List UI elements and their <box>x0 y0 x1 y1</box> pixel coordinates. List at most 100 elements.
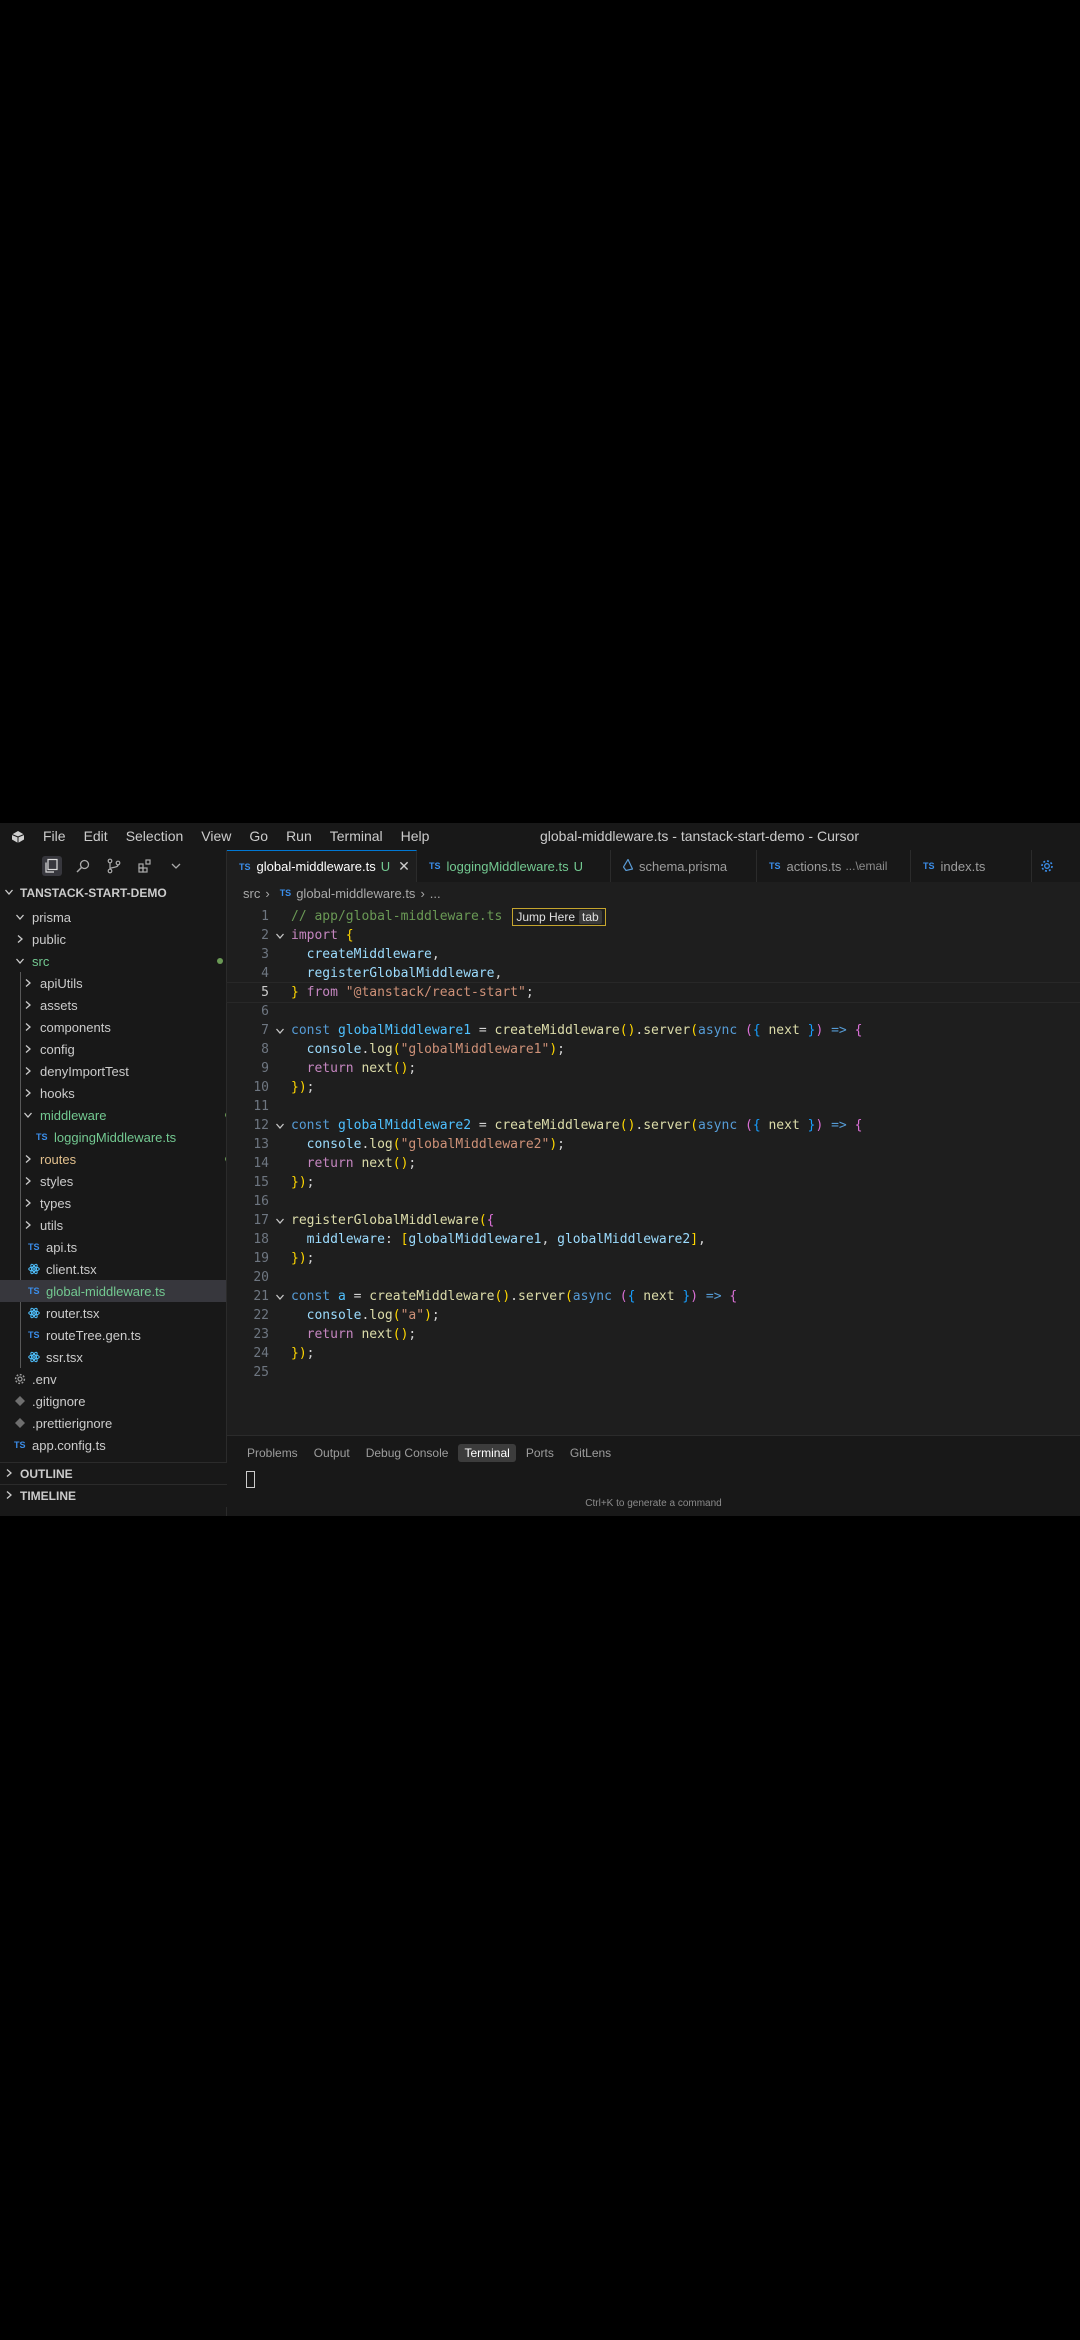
code-line[interactable]: 17 registerGlobalMiddleware({ <box>227 1211 1080 1230</box>
tree-folder-config[interactable]: config <box>0 1038 226 1060</box>
fold-chevron-icon[interactable] <box>269 1292 291 1302</box>
code-line[interactable]: 11 <box>227 1097 1080 1116</box>
code-line[interactable]: 12 const globalMiddleware2 = createMiddle… <box>227 1116 1080 1135</box>
code-text: return next(); <box>306 1061 417 1076</box>
tree-folder-src[interactable]: src <box>0 950 226 972</box>
gear-icon <box>14 1373 26 1385</box>
jump-here-hint[interactable]: Jump Here tab <box>512 907 606 926</box>
menu-terminal[interactable]: Terminal <box>321 823 392 850</box>
code-line[interactable]: 14 return next(); <box>227 1154 1080 1173</box>
tree-file-ssr-tsx[interactable]: ssr.tsx <box>0 1346 226 1368</box>
tree-file-env[interactable]: .env <box>0 1368 226 1390</box>
code-line[interactable]: 9 return next(); <box>227 1059 1080 1078</box>
tree-file-routetree-gen-ts[interactable]: TS routeTree.gen.ts <box>0 1324 226 1346</box>
source-control-icon[interactable] <box>104 856 124 876</box>
sidebar-toolbar <box>0 850 226 882</box>
gear-icon[interactable] <box>1032 850 1062 882</box>
tree-folder-prisma[interactable]: prisma <box>0 906 226 928</box>
code-line[interactable]: 13 console.log("globalMiddleware2"); <box>227 1135 1080 1154</box>
fold-chevron-icon[interactable] <box>269 1026 291 1036</box>
menu-selection[interactable]: Selection <box>117 823 193 850</box>
tree-file-gitignore[interactable]: .gitignore <box>0 1390 226 1412</box>
tree-folder-denyimporttest[interactable]: denyImportTest <box>0 1060 226 1082</box>
close-icon[interactable]: ✕ <box>398 858 410 875</box>
code-line[interactable]: 7 const globalMiddleware1 = createMiddlew… <box>227 1021 1080 1040</box>
tree-file-app-config-ts[interactable]: TS app.config.ts <box>0 1434 226 1456</box>
code-line[interactable]: 21 const a = createMiddleware().server(as… <box>227 1287 1080 1306</box>
tree-file-router-tsx[interactable]: router.tsx <box>0 1302 226 1324</box>
menu-view[interactable]: View <box>192 823 240 850</box>
menu-go[interactable]: Go <box>240 823 277 850</box>
extensions-icon[interactable] <box>135 856 155 876</box>
panel-tab-ports[interactable]: Ports <box>520 1444 560 1462</box>
breadcrumb-folder[interactable]: src <box>243 886 260 901</box>
tree-folder-middleware[interactable]: middleware <box>0 1104 226 1126</box>
menu-file[interactable]: File <box>34 823 75 850</box>
explorer-project-header[interactable]: TANSTACK-START-DEMO <box>0 882 226 904</box>
panel-tab-debug-console[interactable]: Debug Console <box>360 1444 455 1462</box>
code-line[interactable]: 23 return next(); <box>227 1325 1080 1344</box>
tree-folder-utils[interactable]: utils <box>0 1214 226 1236</box>
tree-file-client-tsx[interactable]: client.tsx <box>0 1258 226 1280</box>
breadcrumb-symbol[interactable]: ... <box>430 886 441 901</box>
code-line[interactable]: 6 <box>227 1002 1080 1021</box>
code-line[interactable]: 19}); <box>227 1249 1080 1268</box>
code-line[interactable]: 8 console.log("globalMiddleware1"); <box>227 1040 1080 1059</box>
panel-tab-gitlens[interactable]: GitLens <box>564 1444 617 1462</box>
fold-chevron-icon[interactable] <box>269 931 291 941</box>
breadcrumb-file[interactable]: global-middleware.ts <box>296 886 415 901</box>
code-line[interactable]: 1 // app/global-middleware.ts Jump Here tab <box>227 907 1080 926</box>
tab-index[interactable]: TS index.ts <box>911 850 1032 882</box>
line-number: 4 <box>261 966 269 981</box>
menu-run[interactable]: Run <box>277 823 321 850</box>
code-line[interactable]: 18 middleware: [globalMiddleware1, globa… <box>227 1230 1080 1249</box>
code-line[interactable]: 2 import { <box>227 926 1080 945</box>
tab-logging-middleware[interactable]: TS loggingMiddleware.ts U <box>417 850 611 882</box>
code-line[interactable]: 4 registerGlobalMiddleware, <box>227 964 1080 983</box>
tree-folder-routes[interactable]: routes <box>0 1148 226 1170</box>
chevron-down-icon[interactable] <box>166 856 186 876</box>
fold-chevron-icon[interactable] <box>269 1121 291 1131</box>
panel-tab-terminal[interactable]: Terminal <box>458 1444 516 1462</box>
ignore-file-icon <box>14 1395 26 1407</box>
code-line[interactable]: 10}); <box>227 1078 1080 1097</box>
code-text: import { <box>291 928 354 943</box>
code-line[interactable]: 15}); <box>227 1173 1080 1192</box>
code-line[interactable]: 20 <box>227 1268 1080 1287</box>
code-line[interactable]: 5} from "@tanstack/react-start"; <box>226 982 1080 1003</box>
tree-folder-assets[interactable]: assets <box>0 994 226 1016</box>
terminal-cursor[interactable] <box>246 1471 255 1488</box>
code-line[interactable]: 25 <box>227 1363 1080 1382</box>
fold-chevron-icon[interactable] <box>269 1216 291 1226</box>
tree-folder-types[interactable]: types <box>0 1192 226 1214</box>
tree-folder-styles[interactable]: styles <box>0 1170 226 1192</box>
tree-file-api-ts[interactable]: TS api.ts <box>0 1236 226 1258</box>
panel-tab-problems[interactable]: Problems <box>241 1444 304 1462</box>
panel-tab-output[interactable]: Output <box>308 1444 356 1462</box>
tree-folder-hooks[interactable]: hooks <box>0 1082 226 1104</box>
code-line[interactable]: 24}); <box>227 1344 1080 1363</box>
code-text: createMiddleware, <box>306 947 440 962</box>
outline-section[interactable]: OUTLINE <box>0 1462 230 1485</box>
tree-folder-public[interactable]: public <box>0 928 226 950</box>
line-number: 25 <box>253 1365 269 1380</box>
menu-help[interactable]: Help <box>392 823 439 850</box>
code-line[interactable]: 16 <box>227 1192 1080 1211</box>
tree-folder-components[interactable]: components <box>0 1016 226 1038</box>
code-editor[interactable]: 1 // app/global-middleware.ts Jump Here tab… <box>226 907 1080 1380</box>
tree-folder-apiutils[interactable]: apiUtils <box>0 972 226 994</box>
code-line[interactable]: 22 console.log("a"); <box>227 1306 1080 1325</box>
code-line[interactable]: 3 createMiddleware, <box>227 945 1080 964</box>
timeline-section[interactable]: TIMELINE <box>0 1484 230 1507</box>
tree-file-prettierignore[interactable]: .prettierignore <box>0 1412 226 1434</box>
tab-schema-prisma[interactable]: schema.prisma <box>611 850 757 882</box>
search-icon[interactable] <box>73 856 93 876</box>
tab-global-middleware[interactable]: TS global-middleware.ts U ✕ <box>227 850 417 882</box>
explorer-icon[interactable] <box>42 856 62 876</box>
tree-file-loggingmiddleware-ts[interactable]: TSloggingMiddleware.tsU <box>0 1126 226 1148</box>
typescript-file-icon: TS <box>14 1440 26 1450</box>
tree-file-global-middleware-ts[interactable]: TSglobal-middleware.tsU <box>0 1280 226 1302</box>
menu-edit[interactable]: Edit <box>75 823 117 850</box>
tab-actions[interactable]: TS actions.ts ...\email <box>757 850 911 882</box>
tree-item-label: routeTree.gen.ts <box>46 1327 141 1343</box>
